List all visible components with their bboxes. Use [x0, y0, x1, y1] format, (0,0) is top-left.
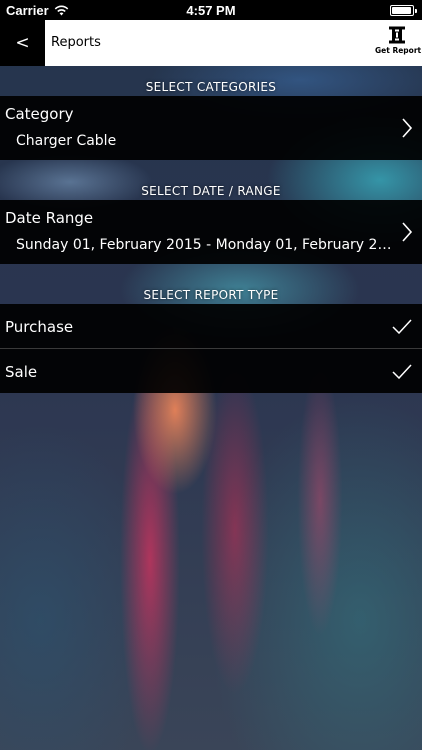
- get-report-button[interactable]: Get Report: [375, 26, 422, 55]
- checkmark-icon: [392, 364, 412, 379]
- report-icon: [389, 26, 405, 44]
- report-type-sale-row[interactable]: Sale: [0, 349, 422, 393]
- chevron-right-icon: [402, 118, 413, 138]
- category-value: Charger Cable: [16, 133, 117, 149]
- report-type-label: Purchase: [5, 318, 74, 336]
- date-range-value: Sunday 01, February 2015 - Monday 01, Fe…: [16, 237, 396, 253]
- battery-icon: [390, 5, 417, 16]
- back-button[interactable]: <: [0, 20, 45, 66]
- status-bar: Carrier 4:57 PM: [0, 0, 422, 20]
- section-header-date: SELECT DATE / RANGE: [141, 184, 281, 198]
- checkmark-icon: [392, 319, 412, 334]
- chevron-right-icon: [402, 222, 413, 242]
- section-header-categories: SELECT CATEGORIES: [145, 80, 277, 94]
- get-report-label: Get Report: [375, 46, 422, 55]
- status-time: 4:57 PM: [186, 2, 236, 18]
- report-type-purchase-row[interactable]: Purchase: [0, 304, 422, 348]
- nav-bar: < Reports Get Report: [0, 20, 422, 66]
- category-row[interactable]: Category Charger Cable: [0, 96, 422, 160]
- report-type-label: Sale: [5, 363, 38, 381]
- date-range-title: Date Range: [5, 209, 94, 227]
- category-title: Category: [5, 105, 74, 123]
- page-title: Reports: [51, 35, 101, 50]
- section-header-report-type: SELECT REPORT TYPE: [143, 288, 279, 302]
- date-range-row[interactable]: Date Range Sunday 01, February 2015 - Mo…: [0, 200, 422, 264]
